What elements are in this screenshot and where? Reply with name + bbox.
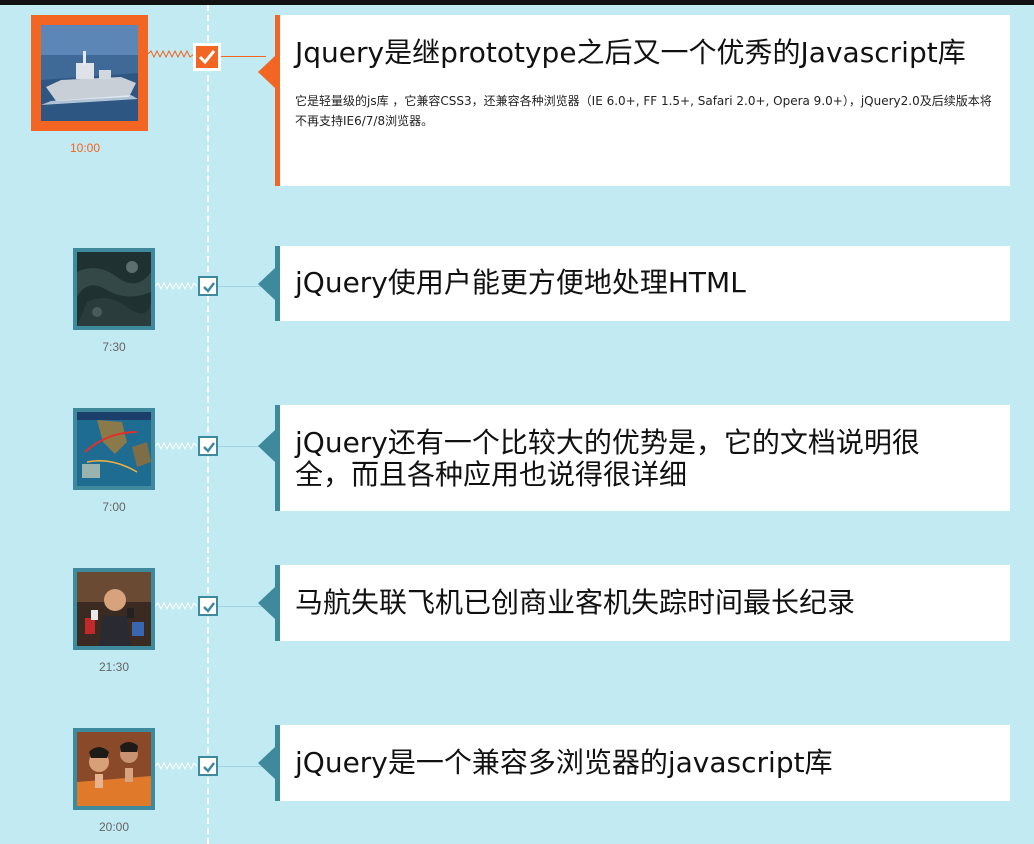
event-card[interactable]: jQuery是一个兼容多浏览器的javascript库 [258,725,1010,801]
card-pointer [258,56,275,88]
event-time: 7:00 [102,500,126,514]
event-checkbox[interactable] [193,43,221,71]
top-bar [0,0,1034,5]
checkmark-icon [203,602,215,613]
event-thumbnail[interactable] [73,248,155,330]
event-title: Jquery是继prototype之后又一个优秀的Javascript库 [295,36,966,69]
connector-wave [155,601,197,611]
press-conference-photo-icon [77,572,151,646]
event-title: jQuery还有一个比较大的优势是，它的文档说明很全，而且各种应用也说得很详细 [295,426,920,491]
checkmark-icon [203,442,215,453]
event-checkbox[interactable] [198,276,218,296]
card-pointer [258,267,275,300]
flight-path-map-icon [77,412,151,486]
event-thumbnail[interactable] [73,408,155,490]
connector-wave [155,441,197,451]
connector-wave [148,49,194,59]
event-time: 21:30 [98,660,130,674]
event-card[interactable]: jQuery使用户能更方便地处理HTML [258,246,1010,321]
connector-wave [155,761,197,771]
event-card[interactable]: jQuery还有一个比较大的优势是，它的文档说明很全，而且各种应用也说得很详细 [258,405,1010,511]
event-checkbox[interactable] [198,596,218,616]
card-pointer [258,587,275,619]
event-title: jQuery使用户能更方便地处理HTML [295,266,746,299]
event-card[interactable]: Jquery是继prototype之后又一个优秀的Javascript库 它是轻… [258,15,1010,186]
connector-wave [155,281,197,291]
event-thumbnail[interactable] [31,15,148,131]
checkmark-icon [203,282,215,293]
card-pointer [258,747,275,779]
event-time: 10:00 [69,141,101,155]
event-title: jQuery是一个兼容多浏览器的javascript库 [295,746,833,779]
event-description: 它是轻量级的js库 ，它兼容CSS3，还兼容各种浏览器（IE 6.0+, FF … [295,94,992,128]
event-checkbox[interactable] [198,756,218,776]
event-thumbnail[interactable] [73,728,155,810]
event-checkbox[interactable] [198,436,218,456]
event-time: 20:00 [98,820,130,834]
timeline-axis [207,5,209,844]
event-title: 马航失联飞机已创商业客机失踪时间最长纪录 [295,586,856,619]
warship-photo-icon [41,25,138,121]
checkmark-icon [203,762,215,773]
event-thumbnail[interactable] [73,568,155,650]
event-card[interactable]: 马航失联飞机已创商业客机失踪时间最长纪录 [258,565,1010,641]
checkmark-icon [198,50,216,65]
event-time: 7:30 [102,340,126,354]
satellite-ocean-photo-icon [77,252,151,326]
card-pointer [258,430,275,462]
praying-people-photo-icon [77,732,151,806]
